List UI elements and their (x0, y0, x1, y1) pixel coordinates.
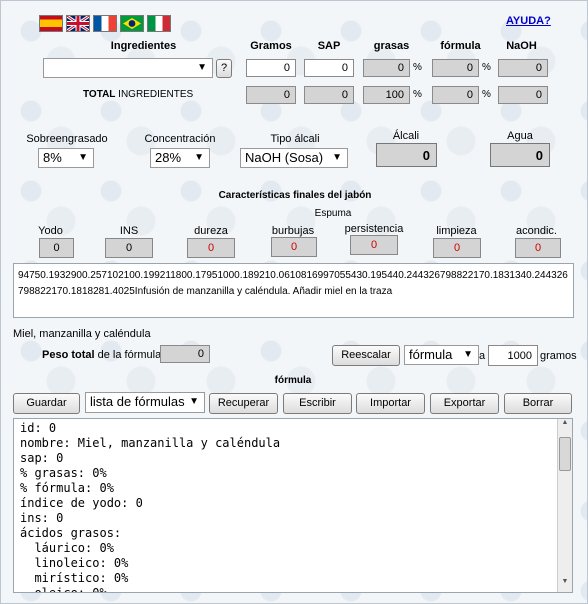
alkali-label: Álcali (392, 130, 420, 142)
output-scrollbar[interactable]: ▲ ▼ (557, 419, 572, 592)
rescale-target-select[interactable]: fórmula ▼ (404, 345, 479, 365)
total-grams-value: 0 (246, 86, 296, 104)
scroll-up-icon[interactable]: ▲ (558, 419, 572, 433)
cleansing-label: limpieza (436, 225, 477, 237)
header-sap: SAP (317, 40, 341, 52)
delete-button[interactable]: Borrar (504, 393, 572, 414)
concentration-label: Concentración (144, 133, 216, 145)
hardness-value: 0 (187, 238, 235, 258)
formula-output-textarea[interactable]: id: 0 nombre: Miel, manzanilla y caléndu… (13, 418, 573, 593)
ingredient-grams-input[interactable]: 0 (246, 59, 296, 77)
italy-flag-icon[interactable] (147, 15, 171, 32)
superfat-select[interactable]: 8% ▼ (38, 148, 94, 168)
recover-button[interactable]: Recuperar (209, 393, 278, 414)
help-link[interactable]: AYUDA? (506, 15, 551, 27)
iodine-value: 0 (39, 238, 74, 258)
header-naoh: NaOH (506, 40, 537, 52)
rescale-target-input[interactable]: 1000 (488, 345, 538, 366)
scroll-down-icon[interactable]: ▼ (558, 578, 572, 592)
header-fats: grasas (373, 40, 410, 52)
import-button[interactable]: Importar (356, 393, 425, 414)
france-flag-icon[interactable] (93, 15, 117, 32)
chevron-down-icon: ▼ (194, 152, 204, 163)
fats-percent-symbol: % (413, 62, 422, 73)
total-ingredients-label: TOTAL INGREDIENTES (83, 89, 194, 100)
chevron-down-icon: ▼ (332, 152, 342, 163)
chevron-down-icon: ▼ (189, 396, 199, 407)
ins-value: 0 (105, 238, 153, 258)
uk-flag-icon[interactable] (66, 15, 90, 32)
grams-unit-label: gramos (540, 350, 577, 362)
total-naoh-value: 0 (498, 86, 548, 104)
ingredient-naoh-value: 0 (498, 59, 548, 77)
spain-flag-icon[interactable] (39, 15, 63, 32)
header-ingredients: Ingredientes (110, 40, 177, 52)
ingredient-fats-value: 0 (363, 59, 410, 77)
formula-percent-symbol: % (482, 62, 491, 73)
write-button[interactable]: Escribir (283, 393, 352, 414)
ingredient-sap-input[interactable]: 0 (304, 59, 354, 77)
persistence-value: 0 (350, 235, 398, 255)
total-weight-label: Peso total de la fórmula (42, 349, 162, 361)
water-label: Agua (507, 130, 533, 142)
total-weight-value: 0 (160, 345, 210, 363)
notes-text: 94750.1932900.257102100.199211800.179510… (18, 270, 568, 297)
total-sap-value: 0 (304, 86, 354, 104)
rescale-button[interactable]: Reescalar (332, 345, 400, 366)
conditioning-value: 0 (515, 238, 561, 258)
foam-label: Espuma (314, 208, 352, 219)
header-formula: fórmula (440, 40, 481, 52)
total-fats-value: 100 (363, 86, 410, 104)
bubbles-value: 0 (271, 237, 317, 257)
total-fats-percent-symbol: % (413, 89, 422, 100)
iodine-label: Yodo (38, 225, 63, 237)
ingredient-formula-value: 0 (432, 59, 479, 77)
cleansing-value: 0 (433, 238, 481, 258)
rescale-a-label: a (479, 350, 486, 362)
final-characteristics-title: Características finales del jabón (218, 190, 372, 201)
water-value: 0 (490, 143, 550, 167)
total-formula-percent-symbol: % (482, 89, 491, 100)
save-button[interactable]: Guardar (13, 393, 80, 414)
formula-output-text: id: 0 nombre: Miel, manzanilla y caléndu… (20, 421, 281, 593)
concentration-select[interactable]: 28% ▼ (150, 148, 210, 168)
conditioning-label: acondic. (516, 225, 557, 237)
chevron-down-icon: ▼ (463, 349, 473, 360)
formula-section-title: fórmula (274, 375, 312, 386)
chevron-down-icon: ▼ (197, 62, 207, 73)
alkali-type-select[interactable]: NaOH (Sosa) ▼ (240, 148, 348, 168)
calculator-panel: AYUDA? Ingredientes Gramos SAP grasas fó… (0, 0, 588, 604)
total-formula-value: 0 (432, 86, 479, 104)
bubbles-label: burbujas (271, 225, 315, 237)
ins-label: INS (119, 225, 139, 237)
formula-name: Miel, manzanilla y caléndula (13, 328, 151, 340)
persistence-label: persistencia (344, 223, 404, 235)
brazil-flag-icon[interactable] (120, 15, 144, 32)
scrollbar-thumb[interactable] (559, 437, 571, 471)
ingredient-help-button[interactable]: ? (216, 59, 232, 78)
export-button[interactable]: Exportar (430, 393, 499, 414)
alkali-value: 0 (376, 143, 437, 167)
superfat-label: Sobreengrasado (26, 133, 108, 145)
chevron-down-icon: ▼ (78, 152, 88, 163)
alkali-type-label: Tipo álcali (270, 133, 320, 145)
hardness-label: dureza (194, 225, 228, 237)
ingredient-select[interactable]: ▼ (43, 58, 213, 78)
notes-textarea[interactable]: 94750.1932900.257102100.199211800.179510… (13, 263, 574, 318)
header-grams: Gramos (250, 40, 292, 52)
formula-list-select[interactable]: lista de fórmulas ▼ (85, 392, 205, 413)
